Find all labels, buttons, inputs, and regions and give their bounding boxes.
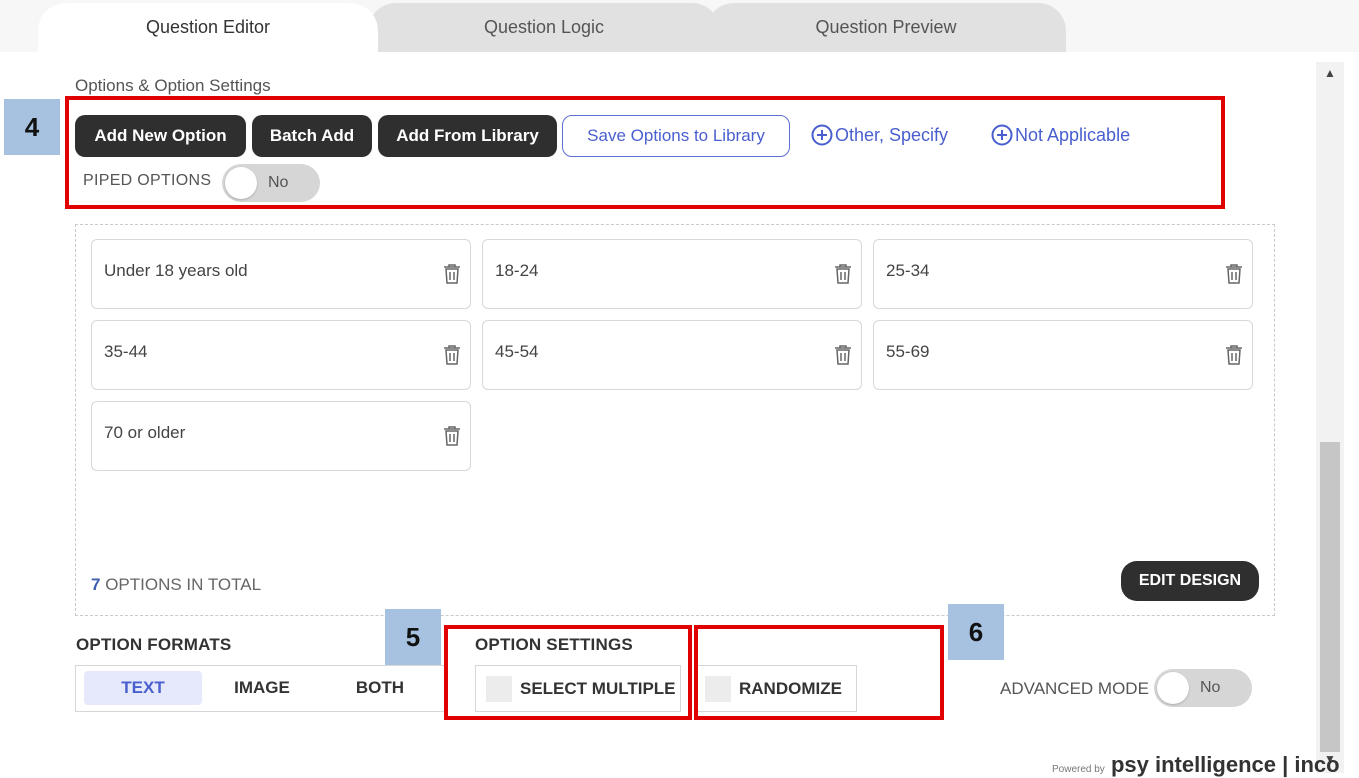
option-text: 55-69 [886, 342, 930, 361]
format-both-button[interactable]: BOTH [326, 671, 434, 705]
option-card[interactable]: 70 or older [91, 401, 471, 471]
tab-label: Question Preview [815, 17, 957, 37]
annotation-label-6: 6 [948, 604, 1004, 660]
format-text-button[interactable]: TEXT [84, 671, 202, 705]
option-text: 18-24 [495, 261, 539, 280]
option-text: Under 18 years old [104, 261, 248, 280]
option-card[interactable]: 25-34 [873, 239, 1253, 309]
option-card[interactable]: 18-24 [482, 239, 862, 309]
tab-label: Question Logic [483, 17, 605, 37]
trash-icon[interactable] [1224, 262, 1244, 286]
option-text: 25-34 [886, 261, 930, 280]
annotation-box-4 [65, 96, 1225, 209]
advanced-mode-toggle[interactable]: No [1154, 669, 1252, 707]
vertical-scrollbar[interactable]: ▲ ▼ [1316, 62, 1344, 773]
option-card[interactable]: 35-44 [91, 320, 471, 390]
powered-by-text: Powered by [1052, 764, 1105, 775]
option-text: 70 or older [104, 423, 186, 442]
options-count-suffix: OPTIONS IN TOTAL [105, 575, 262, 594]
annotation-label-5: 5 [385, 609, 441, 665]
annotation-label-4: 4 [4, 99, 60, 155]
option-formats-group: TEXT IMAGE BOTH [75, 665, 445, 712]
option-card[interactable]: 55-69 [873, 320, 1253, 390]
option-formats-title: OPTION FORMATS [76, 635, 232, 654]
brand-logo-text: psy intelligence | inco [1110, 752, 1340, 777]
tab-question-editor[interactable]: Question Editor [38, 3, 378, 52]
options-count-number: 7 [91, 575, 101, 594]
powered-by-footer: Powered by psy intelligence | inco [1052, 752, 1340, 778]
option-text: 45-54 [495, 342, 539, 361]
option-card[interactable]: Under 18 years old [91, 239, 471, 309]
trash-icon[interactable] [833, 262, 853, 286]
trash-icon[interactable] [442, 343, 462, 367]
options-total-count: 7 OPTIONS IN TOTAL [91, 575, 261, 595]
toggle-value: No [1200, 679, 1221, 696]
trash-icon[interactable] [833, 343, 853, 367]
toggle-knob [1157, 672, 1189, 704]
annotation-box-5 [444, 625, 692, 720]
tab-question-logic[interactable]: Question Logic [368, 3, 720, 52]
scroll-up-arrow-icon[interactable]: ▲ [1324, 66, 1336, 80]
tab-question-preview[interactable]: Question Preview [706, 3, 1066, 52]
tab-label: Question Editor [145, 17, 271, 37]
edit-design-button[interactable]: EDIT DESIGN [1121, 561, 1259, 601]
option-card[interactable]: 45-54 [482, 320, 862, 390]
trash-icon[interactable] [442, 262, 462, 286]
annotation-box-6 [694, 625, 944, 720]
trash-icon[interactable] [1224, 343, 1244, 367]
trash-icon[interactable] [442, 424, 462, 448]
scroll-thumb[interactable] [1320, 442, 1340, 752]
option-text: 35-44 [104, 342, 148, 361]
advanced-mode-label: ADVANCED MODE [1000, 679, 1149, 698]
format-image-button[interactable]: IMAGE [208, 671, 316, 705]
section-title: Options & Option Settings [75, 76, 271, 95]
